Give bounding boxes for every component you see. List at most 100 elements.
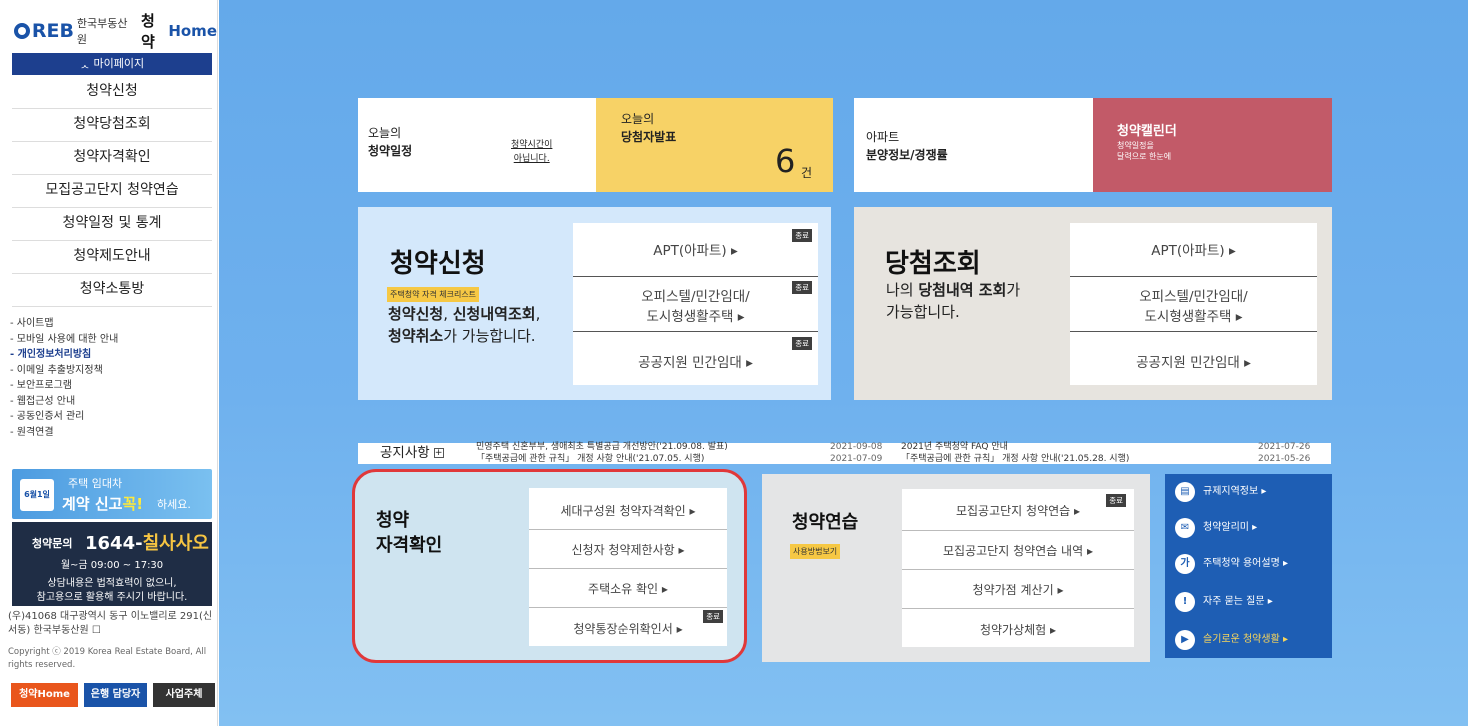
howto-tag[interactable]: 사용방법보기	[790, 544, 841, 559]
today-label: 오늘의	[368, 126, 402, 140]
winner-title: 당첨자발표	[621, 130, 677, 144]
sidebar-item-community[interactable]: 청약소통방	[12, 274, 212, 307]
quicklink-alert[interactable]: ✉ 청약알리미 ▸	[1165, 510, 1332, 546]
business-button[interactable]: 사업주체	[153, 683, 215, 707]
logo-brand: 청약	[141, 12, 155, 51]
apt-title: 분양정보/경쟁률	[866, 148, 948, 162]
result-apt-link[interactable]: APT(아파트) ▸	[1070, 239, 1317, 259]
address: (우)41068 대구광역시 동구 이노밸리로 291(신서동) 한국부동산원 …	[8, 611, 213, 636]
main-content: 오늘의 청약일정 청약시간이 아닙니다. 오늘의 당첨자발표 6 건 아파트 분양…	[219, 0, 1468, 726]
winner-label: 오늘의	[621, 112, 655, 126]
result-officetel-link[interactable]: 오피스텔/민간임대/	[1070, 285, 1317, 305]
closed-badge: 종료	[792, 337, 812, 350]
logo-home: Home	[168, 22, 217, 40]
call-center-box: 청약문의 1644-칠사사오 월~금 09:00 ~ 17:30 상담내용은 법…	[12, 522, 212, 606]
apply-desc: 청약신청, 신청내역조회, 청약취소가 가능합니다.	[388, 305, 541, 345]
link-accessibility[interactable]: - 웹접근성 안내	[10, 394, 118, 410]
notice-label[interactable]: 공지사항 +	[380, 441, 444, 465]
schedule-time-link[interactable]: 청약시간이 아닙니다.	[511, 138, 552, 166]
divider	[529, 529, 727, 530]
practice-link[interactable]: 모집공고단지 청약연습 ▸	[902, 502, 1134, 519]
divider	[573, 331, 818, 332]
quicklink-smart-life[interactable]: ▶ 슬기로운 청약생활 ▸	[1165, 622, 1332, 658]
practice-title: 청약연습	[792, 512, 859, 533]
mypage-button[interactable]: ᆺ 마이페이지	[12, 53, 212, 75]
apply-officetel-link[interactable]: 오피스텔/민간임대/	[573, 285, 818, 305]
banner-line2: 계약 신고꼭!	[62, 495, 144, 513]
apply-card: 청약신청 주택청약 자격 체크리스트 청약신청, 신청내역조회, 청약취소가 가능…	[358, 207, 831, 400]
apply-urban-link[interactable]: 도시형생활주택 ▸	[573, 305, 818, 325]
today-schedule-title: 청약일정	[368, 144, 413, 158]
link-privacy[interactable]: - 개인정보처리방침	[10, 347, 118, 363]
notice-item[interactable]: 2021년 주택청약 FAQ 안내	[901, 442, 1008, 452]
apt-info-card[interactable]: 아파트 분양정보/경쟁률	[854, 98, 1093, 192]
link-security[interactable]: - 보안프로그램	[10, 378, 118, 394]
call-label: 청약문의	[32, 537, 73, 550]
link-email-policy[interactable]: - 이메일 추출방지정책	[10, 363, 118, 379]
link-mobile[interactable]: - 모바일 사용에 대한 안내	[10, 332, 118, 348]
divider	[902, 569, 1134, 570]
restriction-link[interactable]: 신청자 청약제한사항 ▸	[529, 541, 727, 558]
closed-badge: 종료	[792, 229, 812, 242]
practice-options: 모집공고단지 청약연습 ▸ 종료 모집공고단지 청약연습 내역 ▸ 청약가점 계…	[902, 489, 1134, 647]
home-button[interactable]: 청약Home	[11, 683, 78, 707]
quicklink-regulated-area[interactable]: ▤ 규제지역정보 ▸	[1165, 474, 1332, 510]
divider	[529, 568, 727, 569]
notice-date: 2021-07-09	[830, 454, 883, 464]
call-note1: 상담내용은 법적효력이 없으니,	[47, 578, 177, 589]
notice-date: 2021-07-26	[1258, 442, 1311, 452]
house-ownership-link[interactable]: 주택소유 확인 ▸	[529, 580, 727, 597]
result-desc: 나의 당첨내역 조회가 가능합니다.	[886, 281, 1021, 321]
household-qualify-link[interactable]: 세대구성원 청약자격확인 ▸	[529, 502, 727, 519]
sidebar-item-apply[interactable]: 청약신청	[12, 76, 212, 109]
mail-icon: ✉	[1175, 518, 1195, 538]
calendar-icon: 6월1일	[20, 479, 54, 511]
result-title: 당첨조회	[885, 249, 981, 279]
calendar-title: 청약캘린더	[1117, 124, 1177, 139]
quicklink-glossary[interactable]: 가 주택청약 용어설명 ▸	[1165, 546, 1332, 582]
notice-item[interactable]: 「주택공급에 관한 규칙」 개정 사항 안내('21.07.05. 시행)	[476, 454, 704, 464]
result-card: 당첨조회 나의 당첨내역 조회가 가능합니다. APT(아파트) ▸ 오피스텔/민…	[854, 207, 1332, 400]
bank-staff-button[interactable]: 은행 담당자	[84, 683, 147, 707]
result-urban-link[interactable]: 도시형생활주택 ▸	[1070, 305, 1317, 325]
sidebar-item-schedule[interactable]: 청약일정 및 통계	[12, 208, 212, 241]
footer-links: - 사이트맵 - 모바일 사용에 대한 안내 - 개인정보처리방침 - 이메일 …	[10, 316, 118, 440]
calendar-card[interactable]: 청약캘린더 청약일정을 달력으로 한눈에	[1093, 98, 1332, 192]
divider	[902, 530, 1134, 531]
qualify-title: 청약 자격확인	[376, 510, 443, 556]
notice-item[interactable]: 「주택공급에 관한 규칙」 개정 사항 안내('21.05.28. 시행)	[901, 454, 1129, 464]
lease-report-banner[interactable]: 6월1일 주택 임대차 계약 신고꼭! 하세요.	[12, 469, 212, 519]
glossary-icon: 가	[1175, 554, 1195, 574]
sidebar: REB 한국부동산원 청약 Home ᆺ 마이페이지 청약신청 청약당첨조회 청…	[0, 0, 218, 726]
sidebar-item-qualify[interactable]: 청약자격확인	[12, 142, 212, 175]
exclamation-icon: !	[1175, 592, 1195, 612]
call-number: 1644-칠사사오	[85, 533, 209, 554]
practice-history-link[interactable]: 모집공고단지 청약연습 내역 ▸	[902, 542, 1134, 559]
logo[interactable]: REB 한국부동산원 청약 Home	[14, 12, 217, 51]
logo-reb: REB	[31, 20, 74, 42]
account-rank-link[interactable]: 청약통장순위확인서 ▸	[529, 620, 727, 637]
virtual-experience-link[interactable]: 청약가상체험 ▸	[902, 621, 1134, 638]
today-schedule-card[interactable]: 오늘의 청약일정 청약시간이 아닙니다.	[358, 98, 596, 192]
logo-org: 한국부동산원	[76, 17, 128, 46]
notice-item[interactable]: 민영주택 신혼부부, 생애최초 특별공급 개선방안('21.09.08. 발표)	[476, 442, 728, 452]
result-public-link[interactable]: 공공지원 민간임대 ▸	[1070, 351, 1317, 371]
link-sitemap[interactable]: - 사이트맵	[10, 316, 118, 332]
sidebar-item-result[interactable]: 청약당첨조회	[12, 109, 212, 142]
sidebar-item-guide[interactable]: 청약제도안내	[12, 241, 212, 274]
link-remote[interactable]: - 원격연결	[10, 425, 118, 441]
link-certificate[interactable]: - 공동인증서 관리	[10, 409, 118, 425]
sidebar-item-practice[interactable]: 모집공고단지 청약연습	[12, 175, 212, 208]
apply-apt-link[interactable]: APT(아파트) ▸	[573, 239, 818, 259]
checklist-tag[interactable]: 주택청약 자격 체크리스트	[387, 287, 480, 302]
plus-icon[interactable]: +	[433, 448, 444, 458]
today-winner-card[interactable]: 오늘의 당첨자발표 6 건	[596, 98, 833, 192]
quicklink-faq[interactable]: ! 자주 묻는 질문 ▸	[1165, 584, 1332, 620]
apply-public-link[interactable]: 공공지원 민간임대 ▸	[573, 351, 818, 371]
closed-badge: 종료	[703, 610, 723, 623]
score-calculator-link[interactable]: 청약가점 계산기 ▸	[902, 581, 1134, 598]
divider	[573, 276, 818, 277]
apt-label: 아파트	[866, 130, 900, 144]
divider	[902, 608, 1134, 609]
closed-badge: 종료	[792, 281, 812, 294]
